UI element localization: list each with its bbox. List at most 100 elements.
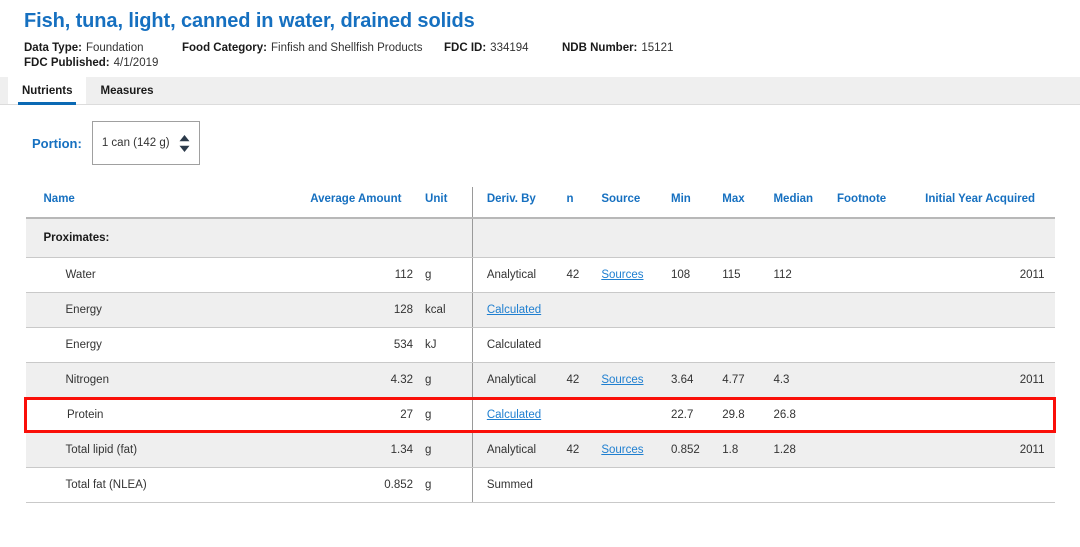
portion-label: Portion: [32, 136, 82, 151]
meta-fdc-published: FDC Published:4/1/2019 [24, 57, 158, 69]
column-header-name[interactable]: Name [26, 187, 305, 218]
cell-name-text: Total lipid (fat) [66, 444, 138, 456]
column-header-n[interactable]: n [560, 187, 595, 218]
tab-nutrients[interactable]: Nutrients [8, 77, 86, 104]
cell-year [919, 293, 1054, 328]
cell-max: 4.77 [716, 363, 767, 399]
cell-n-text: 42 [566, 269, 579, 281]
column-header-median[interactable]: Median [767, 187, 831, 218]
cell-year-text: 2011 [1020, 444, 1045, 456]
cell-amount-text: 0.852 [384, 479, 413, 491]
cell-name-text: Proximates: [44, 232, 110, 244]
cell-unit-text: g [425, 374, 431, 386]
cell-deriv: Calculated [472, 328, 560, 363]
cell-unit: g [419, 363, 472, 399]
cell-amount: 27 [304, 399, 419, 432]
cell-n [560, 468, 595, 503]
cell-footnote [831, 363, 919, 399]
column-header-footnote[interactable]: Footnote [831, 187, 919, 218]
cell-name-text: Energy [66, 304, 102, 316]
column-header-max[interactable]: Max [716, 187, 767, 218]
table-row: Energy128kcalCalculated [26, 293, 1055, 328]
cell-max: 29.8 [716, 399, 767, 432]
cell-deriv-text: Analytical [487, 444, 536, 456]
page-title: Fish, tuna, light, canned in water, drai… [24, 10, 1056, 33]
sources-link[interactable]: Sources [601, 269, 643, 281]
tab-measures[interactable]: Measures [86, 77, 167, 104]
cell-name-text: Total fat (NLEA) [66, 479, 147, 491]
deriv-by-link[interactable]: Calculated [487, 409, 541, 421]
cell-year [919, 399, 1054, 432]
cell-year-text: 2011 [1020, 269, 1045, 281]
cell-min: 3.64 [665, 363, 716, 399]
cell-max-text: 4.77 [722, 374, 744, 386]
table-row: Water112gAnalytical42Sources108115112201… [26, 258, 1055, 293]
cell-median: 26.8 [767, 399, 831, 432]
cell-amount-text: 534 [394, 339, 413, 351]
cell-amount: 534 [304, 328, 419, 363]
cell-min-text: 108 [671, 269, 690, 281]
cell-name: Protein [26, 399, 305, 432]
cell-name: Total fat (NLEA) [26, 468, 305, 503]
portion-select[interactable]: 1 can (142 g) [92, 121, 200, 165]
nutrient-table: Name Average Amount Unit Deriv. By n Sou… [24, 187, 1056, 503]
table-row: Total fat (NLEA) 0.852 g Summed [26, 468, 1055, 503]
nutrient-table-container: Name Average Amount Unit Deriv. By n Sou… [0, 177, 1080, 503]
table-header-row: Name Average Amount Unit Deriv. By n Sou… [26, 187, 1055, 218]
cell-source [595, 468, 665, 503]
cell-n [560, 293, 595, 328]
cell-min [665, 293, 716, 328]
column-header-min[interactable]: Min [665, 187, 716, 218]
cell-year: 2011 [919, 258, 1054, 293]
cell-amount-text: 27 [400, 409, 413, 421]
cell-median [767, 293, 831, 328]
cell-source: Sources [595, 363, 665, 399]
cell-source [595, 328, 665, 363]
cell-deriv-text: Calculated [487, 339, 541, 351]
cell-deriv-text: Summed [487, 479, 533, 491]
cell-median [767, 328, 831, 363]
cell-amount [304, 218, 419, 258]
nutrient-table-head: Name Average Amount Unit Deriv. By n Sou… [26, 187, 1055, 218]
deriv-by-link[interactable]: Calculated [487, 304, 541, 316]
meta-data-type-label: Data Type: [24, 42, 82, 54]
cell-amount: 1.34 [304, 432, 419, 468]
column-header-average-amount[interactable]: Average Amount [304, 187, 419, 218]
column-header-initial-year[interactable]: Initial Year Acquired [919, 187, 1054, 218]
cell-unit-text: g [425, 444, 431, 456]
cell-median: 112 [767, 258, 831, 293]
cell-source [595, 293, 665, 328]
cell-n [560, 218, 595, 258]
meta-data-type: Data Type:Foundation [24, 42, 182, 54]
cell-median-text: 4.3 [773, 374, 789, 386]
cell-median-text: 26.8 [773, 409, 795, 421]
cell-median: 1.28 [767, 432, 831, 468]
cell-min [665, 218, 716, 258]
cell-name: Energy [26, 293, 305, 328]
tab-measures-label: Measures [100, 85, 153, 97]
cell-amount: 4.32 [304, 363, 419, 399]
metadata-row-primary: Data Type:Foundation Food Category:Finfi… [24, 42, 1056, 54]
column-header-deriv-by[interactable]: Deriv. By [472, 187, 560, 218]
cell-n-text: 42 [566, 444, 579, 456]
cell-min: 22.7 [665, 399, 716, 432]
cell-amount: 112 [304, 258, 419, 293]
cell-source [595, 218, 665, 258]
cell-unit-text: g [425, 479, 431, 491]
cell-n-text: 42 [566, 374, 579, 386]
table-row: Nitrogen4.32gAnalytical42Sources3.644.77… [26, 363, 1055, 399]
sources-link[interactable]: Sources [601, 374, 643, 386]
cell-name-text: Energy [66, 339, 102, 351]
meta-food-category: Food Category:Finfish and Shellfish Prod… [182, 42, 444, 54]
cell-unit [419, 218, 472, 258]
sources-link[interactable]: Sources [601, 444, 643, 456]
cell-year: 2011 [919, 363, 1054, 399]
cell-min: 0.852 [665, 432, 716, 468]
cell-deriv: Analytical [472, 432, 560, 468]
column-header-unit[interactable]: Unit [419, 187, 472, 218]
cell-name: Energy [26, 328, 305, 363]
cell-amount: 128 [304, 293, 419, 328]
column-header-source[interactable]: Source [595, 187, 665, 218]
cell-unit-text: g [425, 269, 431, 281]
portion-selected-value: 1 can (142 g) [102, 137, 170, 149]
